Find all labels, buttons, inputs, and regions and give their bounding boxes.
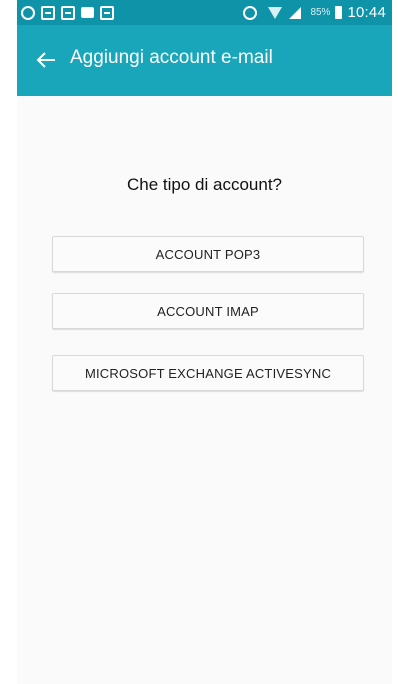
alarm-icon bbox=[243, 5, 258, 20]
cast-notification-icon bbox=[61, 5, 75, 20]
phone-screen: 85% 10:44 Aggiungi account e-mail Che ti… bbox=[17, 0, 392, 684]
status-bar: 85% 10:44 bbox=[17, 0, 392, 25]
exchange-activesync-button[interactable]: MICROSOFT EXCHANGE ACTIVESYNC bbox=[52, 355, 364, 391]
calendar-notification-icon bbox=[100, 5, 114, 20]
battery-icon bbox=[335, 6, 343, 19]
notification-icons bbox=[21, 4, 114, 21]
page-title: Aggiungi account e-mail bbox=[70, 47, 273, 68]
account-imap-button[interactable]: ACCOUNT IMAP bbox=[52, 293, 364, 329]
whatsapp-icon bbox=[21, 5, 35, 20]
arrow-back-icon[interactable] bbox=[35, 49, 57, 71]
system-icons: 85% 10:44 bbox=[243, 2, 386, 23]
gallery-notification-icon bbox=[81, 7, 94, 18]
clock: 10:44 bbox=[347, 4, 386, 21]
screen: 85% 10:44 Aggiungi account e-mail Che ti… bbox=[0, 0, 398, 684]
left-margin bbox=[0, 0, 17, 684]
signal-icon bbox=[289, 6, 302, 19]
wifi-icon bbox=[268, 6, 283, 19]
account-pop3-button[interactable]: ACCOUNT POP3 bbox=[52, 236, 364, 272]
battery-percent: 85% bbox=[310, 7, 331, 18]
app-bar: Aggiungi account e-mail bbox=[17, 25, 392, 96]
account-type-question: Che tipo di account? bbox=[127, 175, 282, 194]
image-notification-icon bbox=[41, 5, 55, 20]
